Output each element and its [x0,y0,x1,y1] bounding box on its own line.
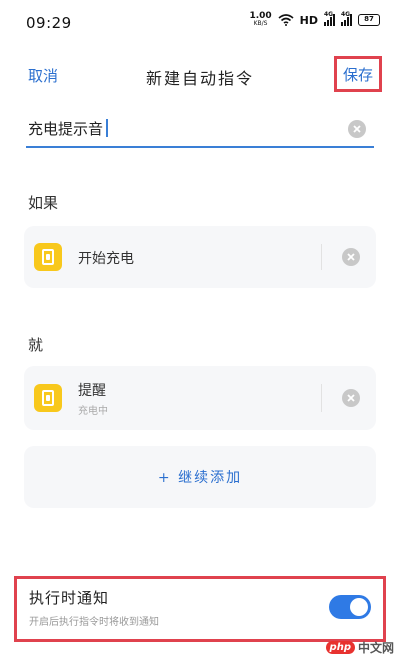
save-button[interactable]: 保存 [343,64,373,85]
command-name-field[interactable]: 充电提示音 [26,112,374,148]
watermark: php 中文网 [325,639,394,656]
network-speed-value: 1.00 [249,11,272,21]
condition-label: 开始充电 [78,251,134,267]
command-name-value: 充电提示音 [28,118,109,139]
divider [321,244,322,270]
then-section-label: 就 [28,336,44,354]
notify-highlight-box: 执行时通知 开启后执行指令时将收到通知 [14,576,386,642]
hd-indicator: HD [299,13,318,27]
status-bar: 09:29 1.00 KB/S HD 4G 4G 87 [0,0,400,40]
remove-action-icon[interactable] [342,389,360,407]
signal-tag: 4G [324,11,334,18]
battery-icon: 87 [358,14,380,26]
action-label: 提醒 [78,383,106,399]
network-speed-unit: KB/S [253,20,268,27]
signal-tag-2: 4G [341,11,351,18]
status-time: 09:29 [26,14,72,32]
wifi-icon [278,14,294,26]
continue-add-button[interactable]: + 继续添加 [24,446,376,508]
action-sub-label: 充电中 [78,406,108,417]
network-speed: 1.00 KB/S [249,12,271,28]
header-bar: 取消 新建自动指令 保存 [0,56,400,92]
status-icons: 1.00 KB/S HD 4G 4G 87 [249,11,380,28]
notify-toggle[interactable] [329,595,371,619]
toggle-knob [350,598,368,616]
signal-icon-2: 4G [341,11,352,26]
clear-icon[interactable] [348,120,366,138]
remove-condition-icon[interactable] [342,248,360,266]
condition-card[interactable]: 开始充电 [24,226,376,288]
charging-icon [34,243,62,271]
text-cursor [106,119,109,137]
watermark-badge: php [325,641,355,654]
reminder-icon [34,384,62,412]
divider [321,384,322,412]
watermark-site: 中文网 [357,641,394,655]
signal-icon-1: 4G [324,11,335,26]
notify-title: 执行时通知 [29,589,110,607]
continue-add-label: + 继续添加 [157,470,243,486]
if-section-label: 如果 [28,194,59,212]
notify-description: 开启后执行指令时将收到通知 [29,617,159,628]
action-card[interactable]: 提醒 充电中 [24,366,376,430]
save-highlight-box: 保存 [334,56,382,92]
